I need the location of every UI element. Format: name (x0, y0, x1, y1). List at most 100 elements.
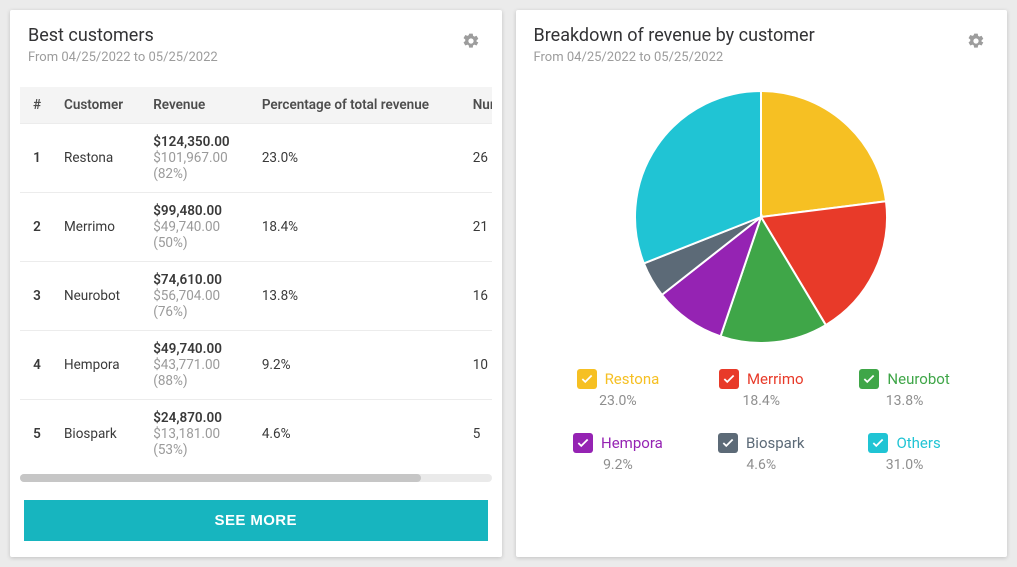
legend-label: Others (896, 434, 940, 452)
legend-percentage: 23.0% (599, 393, 637, 409)
card-title: Breakdown of revenue by customer (534, 24, 815, 47)
check-icon (576, 436, 590, 450)
chart-legend: Restona 23.0% Merrimo 18.4% Neurobot 13.8% Hem… (561, 369, 961, 473)
legend-label: Merrimo (747, 370, 804, 388)
revenue-pct: (88%) (153, 373, 242, 389)
best-customers-card: Best customers From 04/25/2022 to 05/25/… (10, 10, 502, 557)
revenue-sub: $56,704.00 (153, 288, 242, 304)
cell-customer: Restona (54, 124, 143, 193)
cell-pct: 13.8% (252, 262, 463, 331)
revenue-main: $74,610.00 (153, 272, 242, 288)
card-date-range: From 04/25/2022 to 05/25/2022 (28, 50, 218, 65)
table-row[interactable]: 4Hempora$49,740.00$43,771.00(88%)9.2%10 (20, 331, 492, 400)
table-row[interactable]: 1Restona$124,350.00$101,967.00(82%)23.0%… (20, 124, 492, 193)
cell-rank: 3 (20, 262, 54, 331)
cell-orders: 5 (463, 400, 492, 469)
cell-orders: 21 (463, 193, 492, 262)
cell-rank: 2 (20, 193, 54, 262)
pie-area: Restona 23.0% Merrimo 18.4% Neurobot 13.8% Hem… (516, 73, 1008, 491)
legend-percentage: 31.0% (886, 457, 924, 473)
revenue-pct: (53%) (153, 442, 242, 458)
check-icon (580, 372, 594, 386)
check-icon (871, 436, 885, 450)
customers-table: # Customer Revenue Percentage of total r… (20, 87, 492, 468)
pie-chart (631, 87, 891, 347)
settings-button[interactable] (963, 28, 989, 54)
cell-rank: 5 (20, 400, 54, 469)
table-head: # Customer Revenue Percentage of total r… (20, 87, 492, 124)
legend-label: Biospark (746, 434, 805, 452)
table-row[interactable]: 2Merrimo$99,480.00$49,740.00(50%)18.4%21 (20, 193, 492, 262)
legend-checkbox[interactable] (573, 433, 593, 453)
cell-pct: 18.4% (252, 193, 463, 262)
gear-icon (462, 32, 480, 50)
legend-checkbox[interactable] (868, 433, 888, 453)
card-title: Best customers (28, 24, 218, 47)
check-icon (722, 372, 736, 386)
cell-customer: Biospark (54, 400, 143, 469)
cell-revenue: $24,870.00$13,181.00(53%) (143, 400, 252, 469)
legend-item[interactable]: Restona 23.0% (561, 369, 674, 409)
revenue-main: $24,870.00 (153, 410, 242, 426)
table-row[interactable]: 5Biospark$24,870.00$13,181.00(53%)4.6%5 (20, 400, 492, 469)
cell-revenue: $99,480.00$49,740.00(50%) (143, 193, 252, 262)
cell-pct: 23.0% (252, 124, 463, 193)
legend-label: Restona (605, 370, 660, 388)
check-icon (721, 436, 735, 450)
legend-item[interactable]: Others 31.0% (848, 433, 961, 473)
cell-rank: 4 (20, 331, 54, 400)
card-header: Best customers From 04/25/2022 to 05/25/… (10, 10, 502, 73)
revenue-sub: $49,740.00 (153, 219, 242, 235)
scrollbar-thumb[interactable] (20, 474, 421, 482)
legend-item[interactable]: Biospark 4.6% (705, 433, 818, 473)
legend-percentage: 4.6% (746, 457, 776, 473)
revenue-sub: $43,771.00 (153, 357, 242, 373)
legend-item[interactable]: Neurobot 13.8% (848, 369, 961, 409)
cell-customer: Neurobot (54, 262, 143, 331)
cell-orders: 16 (463, 262, 492, 331)
cell-customer: Hempora (54, 331, 143, 400)
table-scroll[interactable]: # Customer Revenue Percentage of total r… (20, 87, 492, 468)
col-revenue[interactable]: Revenue (143, 87, 252, 124)
card-date-range: From 04/25/2022 to 05/25/2022 (534, 50, 815, 65)
revenue-main: $49,740.00 (153, 341, 242, 357)
check-icon (862, 372, 876, 386)
cell-revenue: $124,350.00$101,967.00(82%) (143, 124, 252, 193)
revenue-main: $124,350.00 (153, 134, 242, 150)
revenue-sub: $101,967.00 (153, 150, 242, 166)
col-rank[interactable]: # (20, 87, 54, 124)
legend-label: Hempora (601, 434, 663, 452)
legend-checkbox[interactable] (718, 433, 738, 453)
see-more-button[interactable]: SEE MORE (24, 500, 488, 541)
revenue-sub: $13,181.00 (153, 426, 242, 442)
col-customer[interactable]: Customer (54, 87, 143, 124)
cell-customer: Merrimo (54, 193, 143, 262)
gear-icon (967, 32, 985, 50)
cell-rank: 1 (20, 124, 54, 193)
revenue-main: $99,480.00 (153, 203, 242, 219)
legend-item[interactable]: Merrimo 18.4% (705, 369, 818, 409)
revenue-breakdown-card: Breakdown of revenue by customer From 04… (516, 10, 1008, 557)
legend-checkbox[interactable] (859, 369, 879, 389)
cell-pct: 4.6% (252, 400, 463, 469)
legend-percentage: 9.2% (603, 457, 633, 473)
revenue-pct: (82%) (153, 166, 242, 182)
legend-label: Neurobot (887, 370, 949, 388)
cell-orders: 26 (463, 124, 492, 193)
pie-slice[interactable] (761, 91, 886, 217)
legend-percentage: 18.4% (742, 393, 780, 409)
cell-revenue: $49,740.00$43,771.00(88%) (143, 331, 252, 400)
col-orders[interactable]: Number (463, 87, 492, 124)
legend-checkbox[interactable] (577, 369, 597, 389)
legend-checkbox[interactable] (719, 369, 739, 389)
settings-button[interactable] (458, 28, 484, 54)
col-pct[interactable]: Percentage of total revenue (252, 87, 463, 124)
table-row[interactable]: 3Neurobot$74,610.00$56,704.00(76%)13.8%1… (20, 262, 492, 331)
cell-revenue: $74,610.00$56,704.00(76%) (143, 262, 252, 331)
legend-item[interactable]: Hempora 9.2% (561, 433, 674, 473)
legend-percentage: 13.8% (886, 393, 924, 409)
card-header: Breakdown of revenue by customer From 04… (516, 10, 1008, 73)
cell-orders: 10 (463, 331, 492, 400)
horizontal-scrollbar[interactable] (20, 474, 492, 482)
revenue-pct: (50%) (153, 235, 242, 251)
